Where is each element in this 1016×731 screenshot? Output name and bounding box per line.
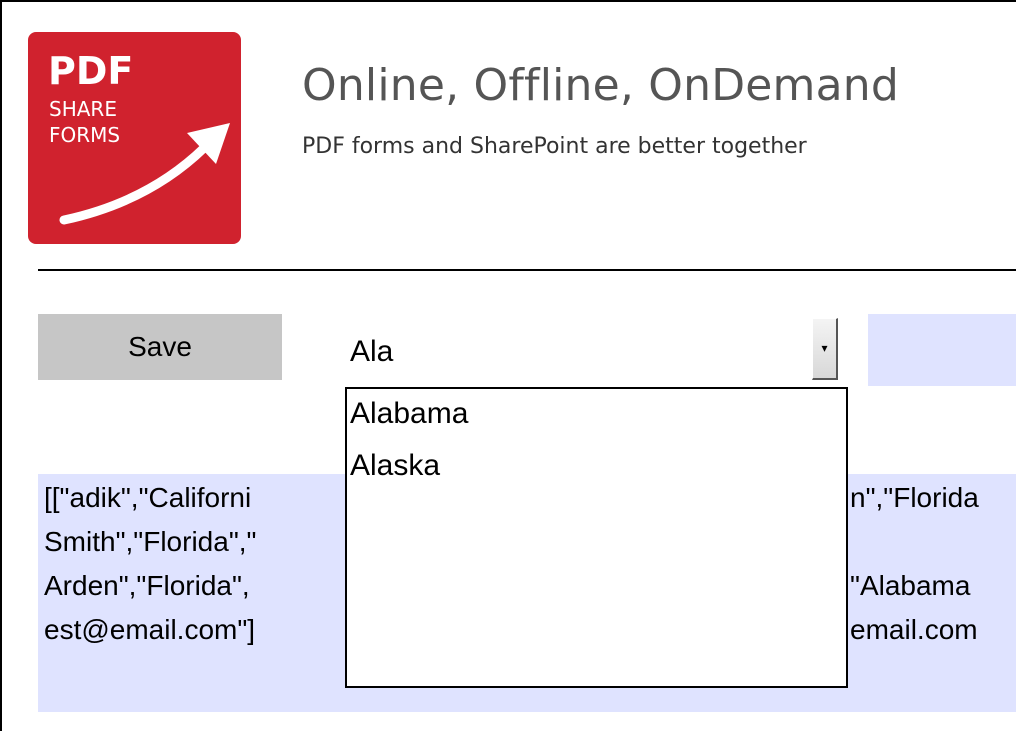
output-line: Arden","Florida", <box>44 570 250 601</box>
header-divider <box>38 269 1016 271</box>
state-combobox-input[interactable] <box>346 326 814 378</box>
save-button[interactable]: Save <box>38 314 282 380</box>
logo-text-forms: FORMS <box>49 123 120 147</box>
output-line-fragment: "Alabama <box>850 570 971 601</box>
autocomplete-dropdown: Alabama Alaska <box>345 387 848 688</box>
output-line: [["adik","Californi <box>44 482 252 513</box>
side-input-field[interactable] <box>868 314 1016 386</box>
output-line: Smith","Florida"," <box>44 526 257 557</box>
page-title: Online, Offline, OnDemand <box>302 60 900 111</box>
output-line: est@email.com"] <box>44 614 256 645</box>
output-line-fragment: email.com <box>850 614 978 645</box>
page-subtitle: PDF forms and SharePoint are better toge… <box>302 134 807 159</box>
pdf-share-forms-logo: PDF SHARE FORMS <box>28 32 241 244</box>
dropdown-option-alaska[interactable]: Alaska <box>350 449 440 483</box>
logo-graphic: PDF SHARE FORMS <box>48 49 230 225</box>
dropdown-option-alabama[interactable]: Alabama <box>350 397 468 431</box>
logo-text-pdf: PDF <box>48 49 133 93</box>
output-line-fragment: n","Florida <box>850 482 979 513</box>
form-page: PDF SHARE FORMS Online, Offline, OnDeman… <box>0 0 1016 731</box>
logo-text-share: SHARE <box>49 97 117 121</box>
chevron-down-icon[interactable]: ▾ <box>812 318 838 380</box>
